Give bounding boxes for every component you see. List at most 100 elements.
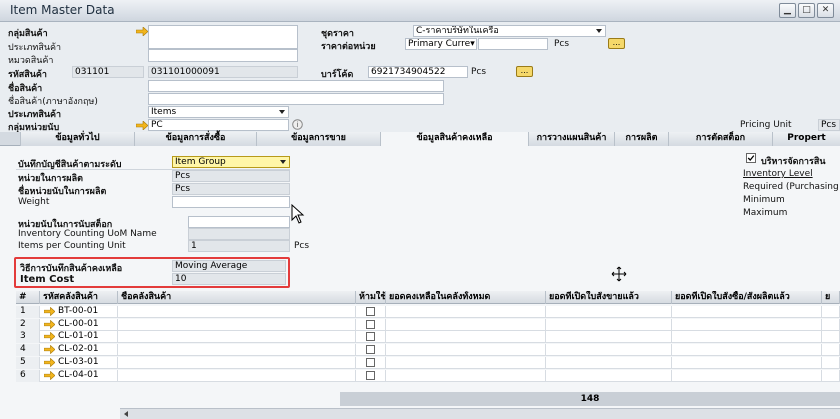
in-stock-cell[interactable] xyxy=(386,306,546,318)
available-cell[interactable] xyxy=(822,318,840,331)
warehouse-name-cell[interactable] xyxy=(118,318,356,331)
column-header[interactable]: ย xyxy=(822,291,840,304)
tab-stock-cutting[interactable]: การตัดสต็อก xyxy=(668,132,772,146)
items-per-counting-field[interactable]: 1 xyxy=(188,240,290,252)
minimize-button[interactable]: ▁ xyxy=(779,3,796,18)
link-arrow-icon[interactable] xyxy=(44,307,55,316)
close-button[interactable]: ✕ xyxy=(817,3,834,18)
available-cell[interactable] xyxy=(822,369,840,382)
warehouse-name-cell[interactable] xyxy=(118,356,356,369)
item-class-dropdown[interactable]: Items xyxy=(148,106,289,118)
warehouse-name-cell[interactable] xyxy=(118,369,356,382)
unit-price-dots-button[interactable]: ... xyxy=(608,38,625,49)
price-list-dropdown[interactable]: C-ราคาบริษัทในเครือ xyxy=(413,25,606,37)
link-arrow-icon[interactable] xyxy=(44,332,55,342)
table-row[interactable]: 2 CL-00-01 xyxy=(16,318,840,331)
available-cell[interactable] xyxy=(822,344,840,357)
locked-checkbox[interactable] xyxy=(366,307,375,316)
valuation-method-field[interactable]: Moving Average xyxy=(172,260,286,272)
table-row[interactable]: 1 BT-00-01 xyxy=(16,306,840,318)
link-arrow-icon[interactable] xyxy=(136,121,148,130)
ordered-cell[interactable] xyxy=(672,331,822,344)
warehouse-name-cell[interactable] xyxy=(118,344,356,357)
pricing-unit-field[interactable]: Pcs xyxy=(818,119,840,131)
table-row[interactable]: 6 CL-04-01 xyxy=(16,369,840,382)
locked-checkbox[interactable] xyxy=(366,357,375,367)
column-header[interactable]: ยอดคงเหลือในคลังทั้งหมด xyxy=(386,291,546,304)
warehouse-name-cell[interactable] xyxy=(118,306,356,318)
committed-cell[interactable] xyxy=(546,356,672,369)
scroll-left-icon[interactable] xyxy=(123,411,129,417)
warehouse-code-cell[interactable]: BT-00-01 xyxy=(40,306,118,318)
weight-field[interactable] xyxy=(172,196,290,208)
warehouse-code-cell[interactable]: CL-01-01 xyxy=(40,331,118,344)
link-arrow-icon[interactable] xyxy=(44,357,55,367)
item-foreign-name-field[interactable] xyxy=(148,93,444,105)
locked-checkbox[interactable] xyxy=(366,332,375,342)
item-cost-field[interactable]: 10 xyxy=(172,273,286,285)
warehouse-name-cell[interactable] xyxy=(118,331,356,344)
counting-uom-name-field[interactable] xyxy=(188,228,290,240)
column-header[interactable]: ยอดที่เปิดใบสั่งขายแล้ว xyxy=(546,291,672,304)
committed-cell[interactable] xyxy=(546,331,672,344)
item-code-full-field[interactable]: 031101000091 xyxy=(148,66,298,78)
table-row[interactable]: 3 CL-01-01 xyxy=(16,331,840,344)
column-header[interactable]: ยอดที่เปิดใบสั่งซื้อ/สั่งผลิตแล้ว xyxy=(672,291,822,304)
committed-cell[interactable] xyxy=(546,318,672,331)
tab-sales[interactable]: ข้อมูลการขาย xyxy=(256,132,380,146)
item-group-field[interactable] xyxy=(148,25,298,49)
in-stock-cell[interactable] xyxy=(386,331,546,344)
ordered-cell[interactable] xyxy=(672,369,822,382)
uom-production-name-field[interactable]: Pcs xyxy=(172,183,290,195)
ordered-cell[interactable] xyxy=(672,344,822,357)
barcode-dots-button[interactable]: ... xyxy=(516,66,533,77)
warehouse-code-cell[interactable]: CL-04-01 xyxy=(40,369,118,382)
unit-price-field[interactable] xyxy=(478,38,548,50)
item-code-short-field[interactable]: 031101 xyxy=(72,66,144,78)
warehouse-code-cell[interactable]: CL-00-01 xyxy=(40,318,118,331)
in-stock-cell[interactable] xyxy=(386,356,546,369)
locked-checkbox[interactable] xyxy=(366,319,375,329)
column-header[interactable]: # xyxy=(16,291,40,304)
item-name-field[interactable] xyxy=(148,80,444,92)
info-icon[interactable]: i xyxy=(292,119,303,130)
committed-cell[interactable] xyxy=(546,306,672,318)
available-cell[interactable] xyxy=(822,306,840,318)
tab-purchasing[interactable]: ข้อมูลการสั่งซื้อ xyxy=(134,132,256,146)
link-arrow-icon[interactable] xyxy=(44,370,55,380)
committed-cell[interactable] xyxy=(546,369,672,382)
table-row[interactable]: 4 CL-02-01 xyxy=(16,344,840,357)
in-stock-cell[interactable] xyxy=(386,344,546,357)
in-stock-cell[interactable] xyxy=(386,318,546,331)
locked-checkbox[interactable] xyxy=(366,370,375,380)
link-arrow-icon[interactable] xyxy=(44,345,55,355)
locked-checkbox[interactable] xyxy=(366,345,375,355)
uom-production-field[interactable]: Pcs xyxy=(172,170,290,182)
ordered-cell[interactable] xyxy=(672,318,822,331)
tab-properties[interactable]: Propert xyxy=(772,132,840,146)
committed-cell[interactable] xyxy=(546,344,672,357)
link-arrow-icon[interactable] xyxy=(136,27,148,36)
uom-group-field[interactable]: PC xyxy=(148,119,289,131)
column-header[interactable]: ชื่อคลังสินค้า xyxy=(118,291,356,304)
warehouse-code-cell[interactable]: CL-03-01 xyxy=(40,356,118,369)
link-arrow-icon[interactable] xyxy=(44,319,55,329)
tab-production[interactable]: การผลิต xyxy=(614,132,668,146)
tab-planning[interactable]: การวางแผนสินค้า xyxy=(528,132,614,146)
counting-uom-field[interactable] xyxy=(188,216,290,228)
warehouse-code-cell[interactable]: CL-02-01 xyxy=(40,344,118,357)
maximize-button[interactable]: □ xyxy=(798,3,815,18)
tab-inventory[interactable]: ข้อมูลสินค้าคงเหลือ xyxy=(380,132,528,147)
horizontal-scrollbar[interactable] xyxy=(120,408,840,419)
unit-price-currency-dropdown[interactable]: Primary Curre▾ xyxy=(405,38,477,50)
table-row[interactable]: 5 CL-03-01 xyxy=(16,356,840,369)
tab-general[interactable]: ข้อมูลทั่วไป xyxy=(20,132,134,146)
in-stock-cell[interactable] xyxy=(386,369,546,382)
column-header[interactable]: ห้ามใช้ xyxy=(356,291,386,304)
available-cell[interactable] xyxy=(822,356,840,369)
manage-inventory-checkbox[interactable] xyxy=(746,153,756,163)
available-cell[interactable] xyxy=(822,331,840,344)
column-header[interactable]: รหัสคลังสินค้า xyxy=(40,291,118,304)
gl-by-dropdown[interactable]: Item Group xyxy=(172,156,290,168)
ordered-cell[interactable] xyxy=(672,356,822,369)
